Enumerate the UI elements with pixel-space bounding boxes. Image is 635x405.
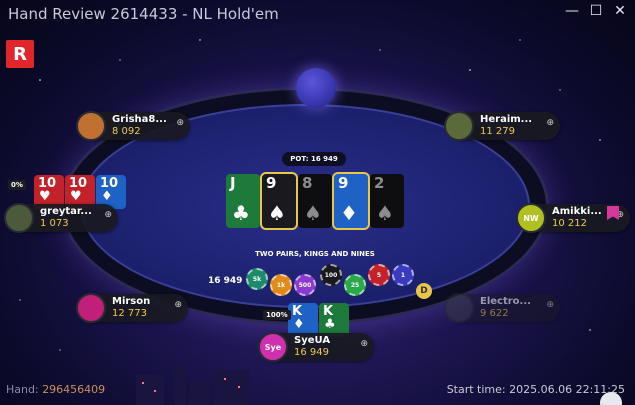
- player-name: greytar...: [40, 206, 92, 217]
- player-name: Mirson: [112, 296, 151, 307]
- player-stack: 10 212: [552, 218, 587, 229]
- spades-suit-icon: ♠: [376, 201, 394, 225]
- player-seat[interactable]: Heraim... 11 279 ⊕: [444, 111, 560, 141]
- window-title: Hand Review 2614433 - NL Hold'em: [8, 5, 279, 23]
- card-rank: 9: [338, 174, 349, 192]
- card-clubs: K ♣: [319, 303, 349, 337]
- spades-suit-icon: ♠: [268, 201, 286, 225]
- card-diamonds: 9 ♦: [332, 172, 370, 230]
- player-info: Electro... 9 622: [480, 296, 531, 320]
- close-icon[interactable]: ✕: [613, 4, 627, 18]
- chip-stack-25: 25: [344, 274, 366, 296]
- player-seat[interactable]: Mirson 12 773 ⊕: [76, 293, 188, 323]
- player-seat[interactable]: greytar... 1 073 ⊕: [4, 203, 118, 233]
- chip-stack-5k: 5k: [246, 268, 268, 290]
- chip-stack-5: 5: [368, 264, 390, 286]
- hand-number-label: Hand:: [6, 383, 39, 396]
- player-avatar[interactable]: [444, 293, 474, 323]
- window-controls: — ☐ ✕: [565, 4, 627, 18]
- card-rank: J: [230, 174, 236, 192]
- hand-number: Hand: 296456409: [6, 383, 105, 396]
- card-spades: 9 ♠: [260, 172, 298, 230]
- player-seat[interactable]: Electro... 9 622 ⊕: [444, 293, 560, 323]
- player-info: Amikki... 10 212: [552, 206, 602, 230]
- card-rank: 9: [266, 174, 277, 192]
- player-avatar[interactable]: Sye: [258, 332, 288, 362]
- maximize-icon[interactable]: ☐: [589, 4, 603, 18]
- add-note-icon[interactable]: ⊕: [546, 118, 554, 128]
- equity-badge: 100%: [263, 310, 291, 320]
- hand-rank-label: TWO PAIRS, KINGS AND NINES: [255, 250, 375, 258]
- card-spades: 2 ♠: [370, 174, 404, 228]
- chip-stack-1k: 1k: [270, 274, 292, 296]
- player-avatar[interactable]: [76, 293, 106, 323]
- chip-stack-100: 100: [320, 264, 342, 286]
- diamonds-suit-icon: ♦: [340, 201, 358, 225]
- player-name: Electro...: [480, 296, 531, 307]
- community-cards: J ♣ 9 ♠ 8 ♠ 9 ♦ 2 ♠: [226, 172, 404, 230]
- player-avatar[interactable]: [4, 203, 34, 233]
- chip-total: 16 949: [208, 276, 243, 286]
- add-note-icon[interactable]: ⊕: [360, 339, 368, 349]
- player-stack: 12 773: [112, 308, 147, 319]
- spades-suit-icon: ♠: [304, 201, 322, 225]
- card-rank: 2: [374, 174, 385, 192]
- player-info: greytar... 1 073: [40, 206, 92, 230]
- city-skyline: [136, 365, 249, 405]
- add-note-icon[interactable]: ⊕: [546, 300, 554, 310]
- minimize-icon[interactable]: —: [565, 4, 579, 18]
- player-avatar[interactable]: [444, 111, 474, 141]
- equity-badge: 0%: [8, 180, 26, 190]
- player-info: Mirson 12 773: [112, 296, 150, 320]
- player-stack: 1 073: [40, 218, 69, 229]
- player-stack: 11 279: [480, 126, 515, 137]
- app-logo: R: [6, 40, 34, 68]
- add-note-icon[interactable]: ⊕: [176, 118, 184, 128]
- dealer-button: D: [416, 283, 432, 299]
- player-seat[interactable]: Grisha8... 8 092 ⊕: [76, 111, 190, 141]
- player-name: SyeUA: [294, 335, 331, 346]
- player-info: SyeUA 16 949: [294, 335, 330, 359]
- add-note-icon[interactable]: ⊕: [104, 210, 112, 220]
- pot-label: POT: 16 949: [282, 152, 346, 166]
- table-center-puck: [296, 68, 336, 108]
- card-rank: 8: [302, 174, 313, 192]
- player-avatar[interactable]: [76, 111, 106, 141]
- player-seat[interactable]: Sye SyeUA 16 949 ⊕: [258, 332, 374, 362]
- start-time: Start time: 2025.06.06 22:11:25: [446, 383, 625, 396]
- player-avatar[interactable]: NW: [516, 203, 546, 233]
- chip-stack-1: 1: [392, 264, 414, 286]
- player-stack: 16 949: [294, 347, 329, 358]
- clubs-suit-icon: ♣: [232, 201, 250, 225]
- player-name: Heraim...: [480, 114, 533, 125]
- player-info: Heraim... 11 279: [480, 114, 532, 138]
- hand-number-value[interactable]: 296456409: [42, 383, 105, 396]
- hole-cards: K ♦ K ♣: [288, 303, 349, 337]
- player-stack: 8 092: [112, 126, 141, 137]
- player-name: Grisha8...: [112, 114, 167, 125]
- window-titlebar: Hand Review 2614433 - NL Hold'em: [0, 0, 635, 28]
- add-note-icon[interactable]: ⊕: [174, 300, 182, 310]
- card-spades: 8 ♠: [298, 174, 332, 228]
- card-clubs: J ♣: [226, 174, 260, 228]
- player-info: Grisha8... 8 092: [112, 114, 167, 138]
- chip-stack-500: 500: [294, 274, 316, 296]
- player-name: Amikki...: [552, 206, 602, 217]
- card-diamonds: K ♦: [288, 303, 318, 337]
- player-stack: 9 622: [480, 308, 509, 319]
- pot-chips: 5k 1k 500 100 25 5 1: [246, 264, 416, 298]
